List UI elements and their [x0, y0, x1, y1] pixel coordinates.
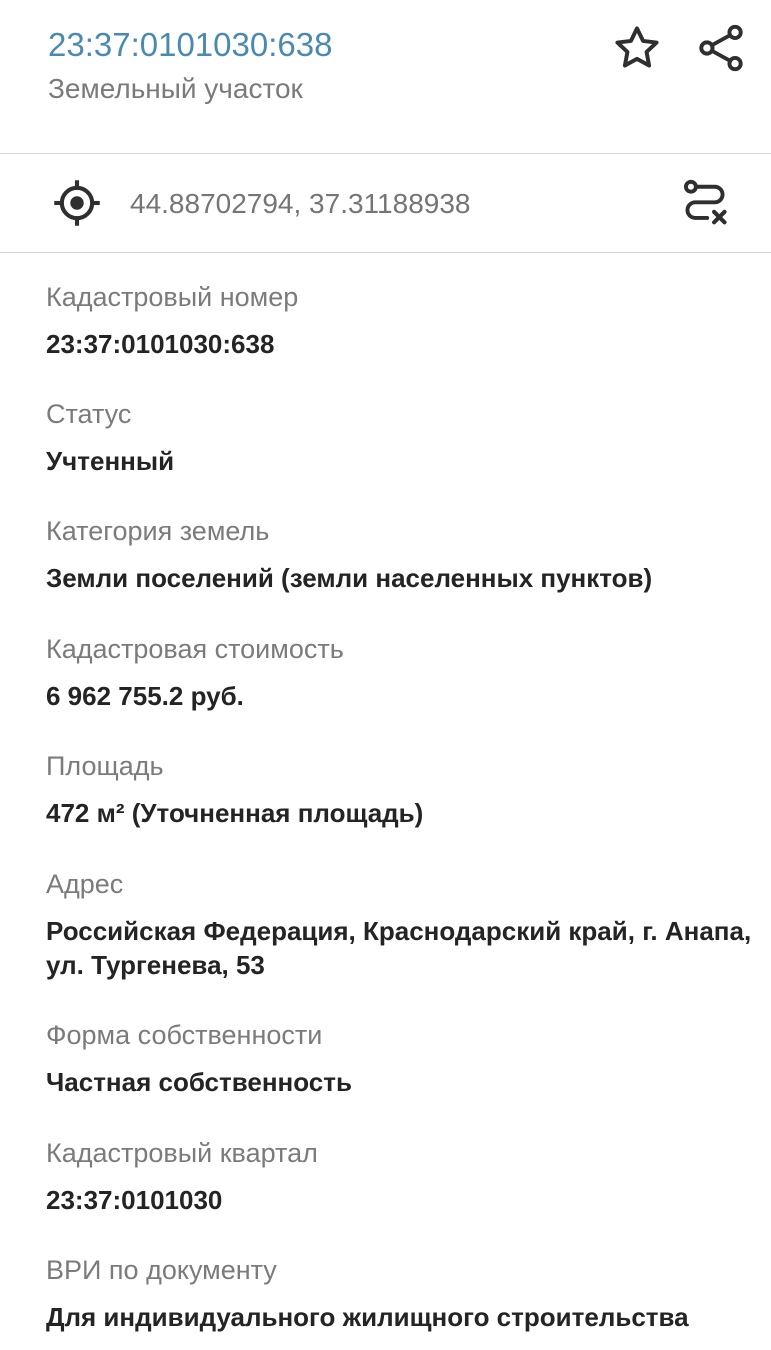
share-icon	[699, 24, 743, 72]
field-area: Площадь 472 м² (Уточненная площадь)	[46, 749, 771, 830]
field-label: Площадь	[46, 751, 164, 781]
favorite-button[interactable]	[609, 20, 665, 76]
field-value: 23:37:0101030	[46, 1185, 223, 1215]
page-title: 23:37:0101030:638	[48, 26, 333, 63]
crosshair-icon	[54, 180, 100, 226]
field-value: Учтенный	[46, 446, 175, 476]
coordinates-text: 44.88702794, 37.31188938	[130, 188, 471, 219]
field-value: 472 м² (Уточненная площадь)	[46, 798, 424, 828]
coordinates-row: 44.88702794, 37.31188938	[0, 154, 771, 252]
field-value: 23:37:0101030:638	[46, 329, 275, 359]
address-line: ул. Тургенева, 53	[46, 950, 265, 980]
field-value: Частная собственность	[46, 1067, 352, 1097]
field-label: Кадастровый квартал	[46, 1138, 318, 1168]
field-value: Земли поселений (земли населенных пункто…	[46, 563, 653, 593]
field-label: ВРИ по документу	[46, 1255, 277, 1285]
field-status: Статус Учтенный	[46, 397, 771, 478]
field-label: Статус	[46, 399, 132, 429]
field-cadastral-value: Кадастровая стоимость 6 962 755.2 руб.	[46, 632, 771, 713]
field-ownership-form: Форма собственности Частная собственност…	[46, 1018, 771, 1099]
field-cadastral-number: Кадастровый номер 23:37:0101030:638	[46, 280, 771, 361]
star-icon	[615, 26, 659, 68]
field-label: Форма собственности	[46, 1020, 323, 1050]
field-permitted-use: ВРИ по документу Для индивидуального жил…	[46, 1253, 771, 1334]
share-button[interactable]	[693, 20, 749, 76]
field-land-category: Категория земель Земли поселений (земли …	[46, 514, 771, 595]
field-cadastral-quarter: Кадастровый квартал 23:37:0101030	[46, 1136, 771, 1217]
coordinates-divider	[0, 252, 771, 253]
route-clear-icon	[683, 179, 727, 225]
route-clear-button[interactable]	[677, 175, 733, 231]
header: 23:37:0101030:638 Земельный участок	[0, 0, 771, 153]
field-label: Адрес	[46, 869, 124, 899]
locate-button[interactable]	[49, 175, 105, 231]
field-value: Для индивидуального жилищного строительс…	[46, 1302, 689, 1332]
field-address: Адрес Российская Федерация, Краснодарски…	[46, 867, 771, 982]
page-subtitle: Земельный участок	[48, 73, 303, 104]
field-label: Кадастровый номер	[46, 282, 299, 312]
field-value: 6 962 755.2 руб.	[46, 681, 244, 711]
address-line: Российская Федерация, Краснодарский край…	[46, 916, 752, 946]
field-label: Кадастровая стоимость	[46, 634, 344, 664]
field-label: Категория земель	[46, 516, 270, 546]
field-value: Российская Федерация, Краснодарский край…	[46, 914, 771, 982]
